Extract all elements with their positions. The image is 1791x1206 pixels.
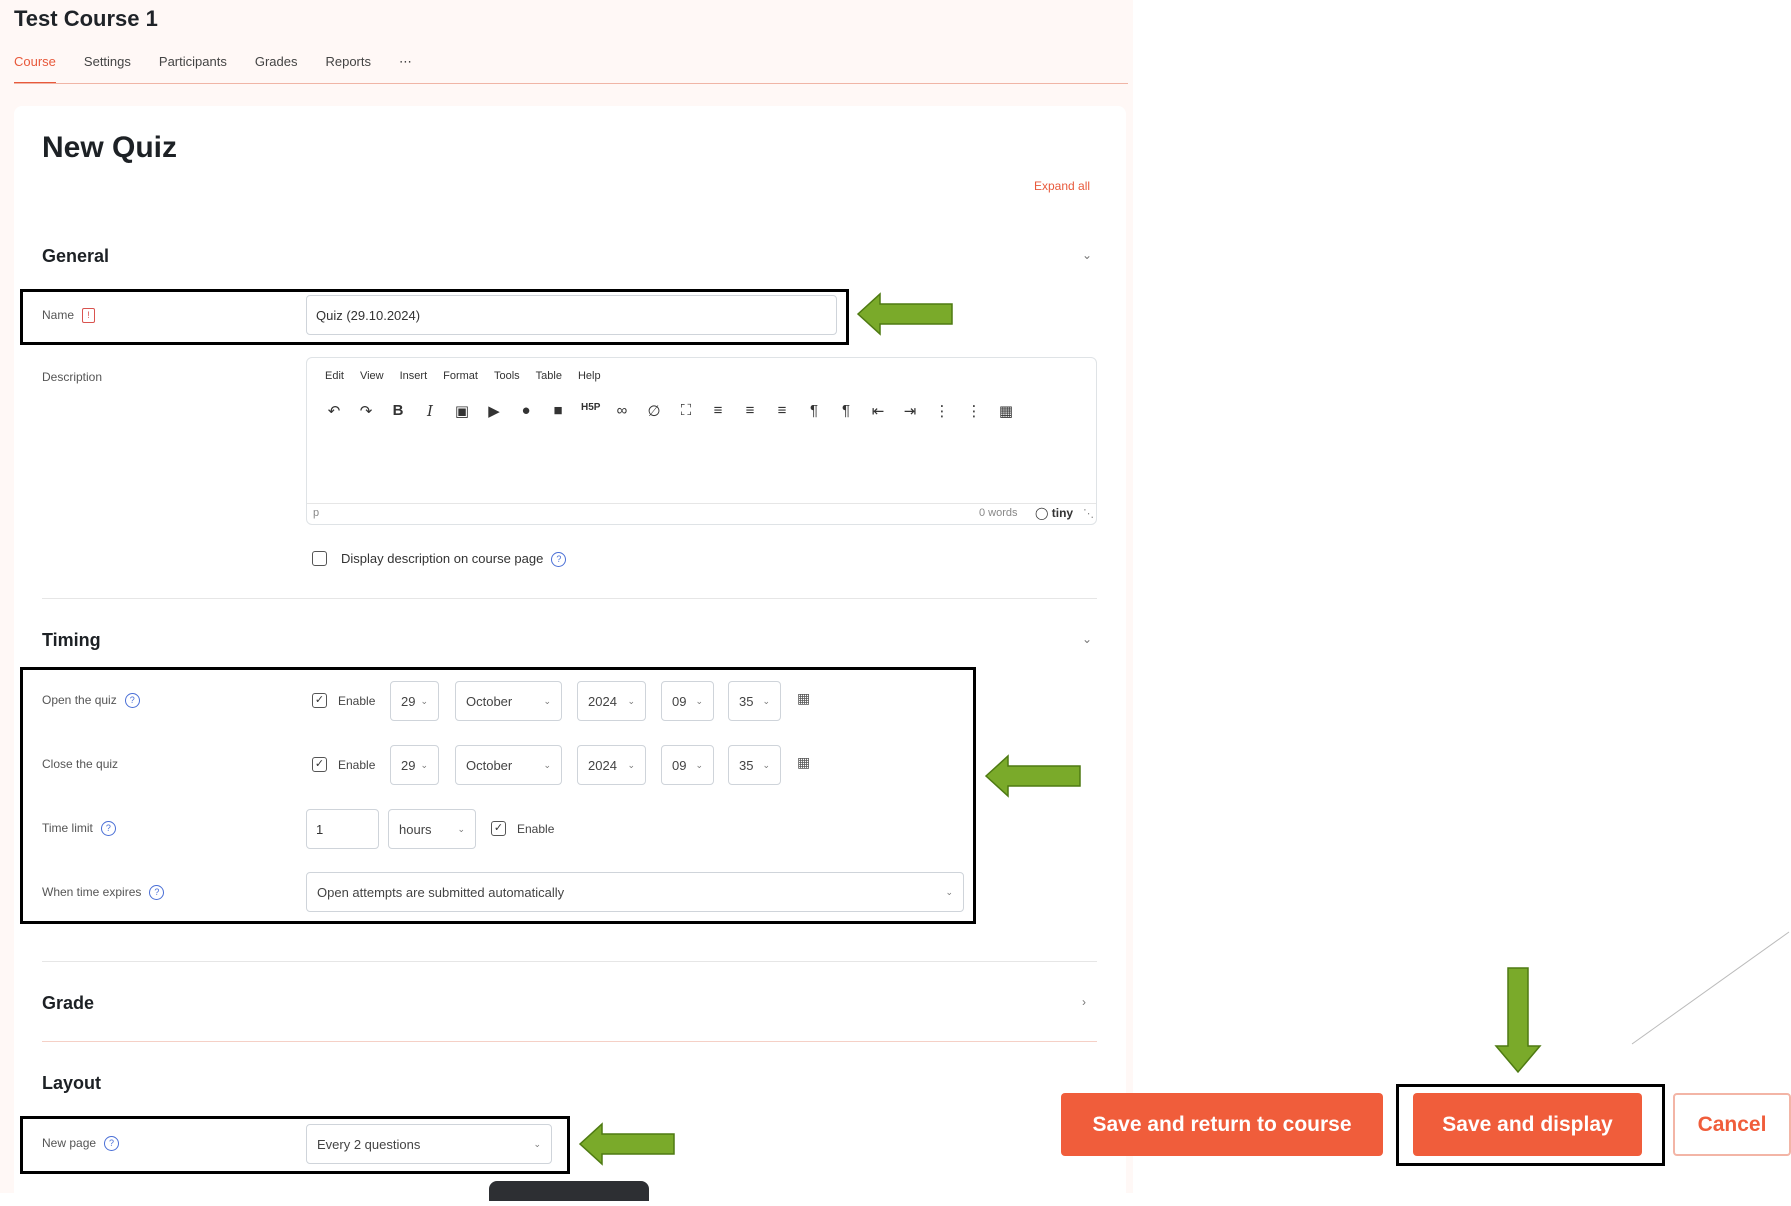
section-divider (42, 598, 1097, 599)
nav-divider (14, 83, 1128, 84)
calculator-icon[interactable]: ▦ (997, 402, 1015, 420)
editor-menu-insert[interactable]: Insert (400, 370, 428, 382)
display-description-label: Display description on course page? (341, 551, 567, 568)
help-icon[interactable]: ? (551, 552, 567, 568)
video-icon[interactable]: ■ (549, 402, 567, 420)
editor-toolbar: ↶ ↷ B I ▣ ▶ ● ■ H5P ∞ ∅ ⛶ ≡ ≡ ≡ ¶ ¶ ⇤ ⇥ … (325, 402, 1015, 420)
h5p-icon[interactable]: H5P (581, 402, 600, 420)
bold-icon[interactable]: B (389, 402, 407, 420)
course-nav: Course Settings Participants Grades Repo… (14, 54, 412, 84)
chevron-down-icon[interactable]: ⌄ (1082, 632, 1092, 646)
link-icon[interactable]: ∞ (613, 402, 631, 420)
nav-tab-participants[interactable]: Participants (159, 54, 227, 84)
numbered-list-icon[interactable]: ⋮ (965, 402, 983, 420)
editor-menu-view[interactable]: View (360, 370, 384, 382)
chevron-right-icon[interactable]: › (1082, 995, 1086, 1009)
arrow-left-icon (578, 1122, 675, 1166)
expand-all-link[interactable]: Expand all (1034, 179, 1090, 193)
editor-word-count: 0 words (979, 507, 1018, 519)
section-divider (42, 1041, 1097, 1042)
chevron-down-icon[interactable]: ⌄ (1082, 248, 1092, 262)
description-label: Description (42, 370, 103, 384)
image-icon[interactable]: ▣ (453, 402, 471, 420)
cancel-button[interactable]: Cancel (1673, 1093, 1791, 1156)
editor-statusbar: p 0 words ◯ tiny ⋱ (307, 503, 1096, 524)
highlight-box-layout (20, 1116, 570, 1174)
arrow-left-icon (856, 292, 953, 336)
align-left-icon[interactable]: ≡ (709, 402, 727, 420)
highlight-box-name (20, 289, 849, 345)
annotation-line (1631, 931, 1790, 1045)
arrow-down-icon (1494, 967, 1542, 1074)
nav-tab-grades[interactable]: Grades (255, 54, 298, 84)
align-center-icon[interactable]: ≡ (741, 402, 759, 420)
fullscreen-icon[interactable]: ⛶ (677, 402, 695, 420)
editor-path: p (313, 507, 320, 519)
highlight-box-save-display (1396, 1084, 1665, 1166)
display-description-checkbox[interactable] (312, 551, 327, 566)
editor-menubar: Edit View Insert Format Tools Table Help (325, 370, 601, 382)
indent-icon[interactable]: ⇥ (901, 402, 919, 420)
bullet-list-icon[interactable]: ⋮ (933, 402, 951, 420)
nav-tab-course[interactable]: Course (14, 54, 56, 84)
ltr-icon[interactable]: ¶ (805, 402, 823, 420)
outdent-icon[interactable]: ⇤ (869, 402, 887, 420)
display-description-text: Display description on course page (341, 551, 544, 566)
tiny-brand-text: tiny (1051, 506, 1074, 520)
media-icon[interactable]: ▶ (485, 402, 503, 420)
unlink-icon[interactable]: ∅ (645, 402, 663, 420)
footer-tab (489, 1181, 649, 1201)
section-grade-heading[interactable]: Grade (42, 993, 94, 1014)
resize-handle-icon[interactable]: ⋱ (1083, 507, 1094, 520)
save-and-return-button[interactable]: Save and return to course (1061, 1093, 1383, 1156)
course-title: Test Course 1 (14, 6, 158, 31)
highlight-box-timing (20, 667, 976, 924)
redo-icon[interactable]: ↷ (357, 402, 375, 420)
editor-menu-edit[interactable]: Edit (325, 370, 344, 382)
section-timing-heading[interactable]: Timing (42, 630, 101, 651)
editor-menu-format[interactable]: Format (443, 370, 478, 382)
rtl-icon[interactable]: ¶ (837, 402, 855, 420)
page-title: New Quiz (42, 131, 178, 164)
arrow-left-icon (984, 754, 1081, 798)
editor-menu-table[interactable]: Table (536, 370, 562, 382)
tiny-logo: ◯ tiny (1035, 506, 1074, 520)
editor-menu-help[interactable]: Help (578, 370, 601, 382)
description-editor[interactable]: Edit View Insert Format Tools Table Help… (306, 357, 1097, 525)
nav-tab-reports[interactable]: Reports (325, 54, 371, 84)
nav-tab-settings[interactable]: Settings (84, 54, 131, 84)
section-general-heading[interactable]: General (42, 246, 109, 267)
italic-icon[interactable]: I (421, 402, 439, 420)
section-divider (42, 961, 1097, 962)
editor-menu-tools[interactable]: Tools (494, 370, 520, 382)
align-right-icon[interactable]: ≡ (773, 402, 791, 420)
section-layout-heading[interactable]: Layout (42, 1073, 101, 1094)
undo-icon[interactable]: ↶ (325, 402, 343, 420)
nav-more-button[interactable]: ⋯ (399, 54, 412, 84)
microphone-icon[interactable]: ● (517, 402, 535, 420)
